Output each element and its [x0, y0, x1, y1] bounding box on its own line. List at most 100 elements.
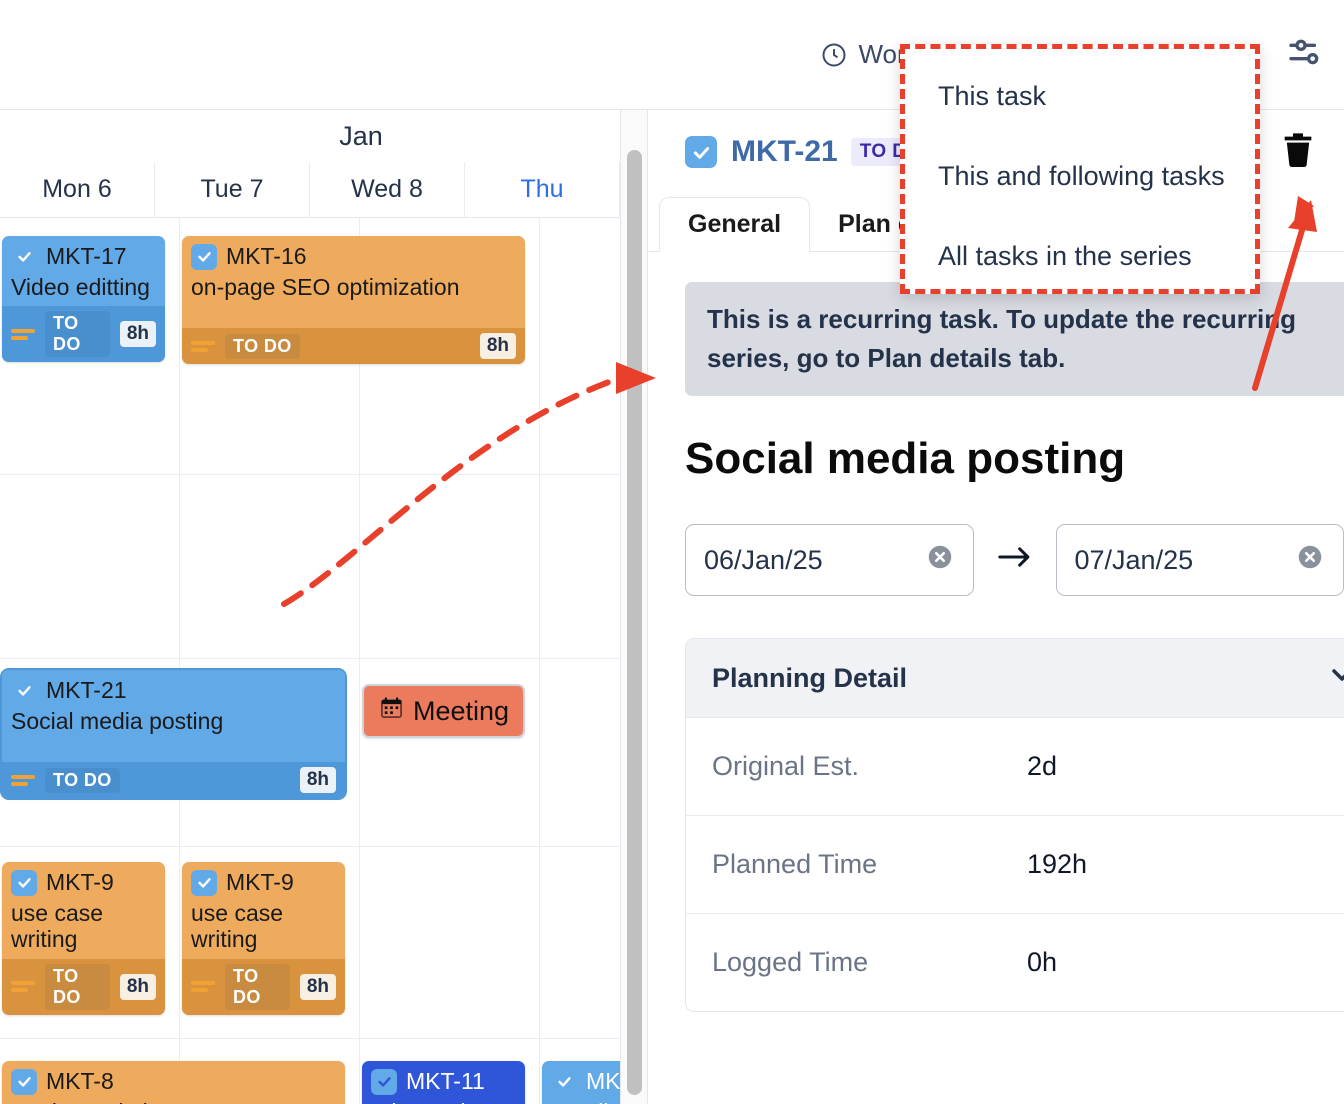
task-key: MKT-9: [226, 869, 294, 895]
task-title: Social media posting: [11, 708, 224, 734]
task-checkbox-icon[interactable]: [11, 1068, 37, 1095]
calendar-scrollbar-thumb[interactable]: [627, 150, 642, 1095]
task-checkbox-icon[interactable]: [11, 677, 37, 704]
meeting-label: Meeting: [413, 695, 510, 726]
planning-row-logged-time: Logged Time 0h: [686, 913, 1344, 1011]
task-card-mkt-11[interactable]: MKT-11 ads running TO DO 8h: [362, 1061, 525, 1104]
task-card-mkt-9-mon[interactable]: MKT-9 use case writing TO DO 8h: [2, 862, 165, 1015]
day-number: 7: [249, 175, 264, 203]
task-card-mkt-17[interactable]: MKT-17 Video editting TO DO 8h: [2, 236, 165, 363]
planning-detail-header[interactable]: Planning Detail: [686, 639, 1344, 717]
task-card-mkt-21[interactable]: MKT-21 Social media posting TO DO 8h: [0, 667, 347, 801]
task-checkbox-icon[interactable]: [685, 136, 717, 168]
task-title: Email: [551, 1099, 620, 1104]
clock-icon: [820, 41, 848, 69]
calendar-grid: MKT-17 Video editting TO DO 8h MKT-16 on…: [0, 218, 620, 1104]
start-date-value: 06/Jan/25: [704, 544, 823, 575]
task-card-mkt-16[interactable]: MKT-16 on-page SEO optimization TO DO 8h: [182, 236, 525, 365]
status-badge: TO DO: [225, 963, 290, 1010]
task-card-mkt-8[interactable]: MKT-8 Design website IN PROGRESS 6h: [2, 1061, 345, 1104]
task-key: MKT-11: [406, 1068, 485, 1094]
task-title: ads running: [371, 1099, 516, 1104]
task-checkbox-icon[interactable]: [551, 1068, 577, 1095]
arrow-right-icon: [994, 541, 1036, 580]
start-date-field[interactable]: 06/Jan/25: [685, 524, 974, 596]
calendar-day-mon[interactable]: Mon 6: [0, 162, 155, 217]
clear-circle-icon[interactable]: [1295, 542, 1325, 579]
planning-row-planned-time: Planned Time 192h: [686, 815, 1344, 913]
task-checkbox-icon[interactable]: [11, 869, 37, 896]
priority-icon: [11, 774, 35, 786]
task-title: on-page SEO optimization: [191, 274, 460, 300]
status-badge: TO DO: [45, 311, 110, 358]
task-title: Video editting: [11, 274, 150, 300]
grid-row-divider: [0, 846, 620, 847]
task-hours: 8h: [299, 767, 336, 794]
task-hours: 8h: [119, 973, 156, 1000]
task-checkbox-icon[interactable]: [11, 243, 37, 270]
calendar-day-tue[interactable]: Tue 7: [155, 162, 310, 217]
row-value[interactable]: 0h: [1027, 947, 1057, 978]
task-title: use case writing: [191, 900, 284, 953]
task-key: MKT-16: [226, 243, 307, 269]
calendar-day-header: Mon 6 Tue 7 Wed 8 Thu: [0, 162, 620, 218]
menu-item-this-and-following[interactable]: This and following tasks: [938, 161, 1225, 192]
grid-row-divider: [0, 474, 620, 475]
priority-icon: [191, 340, 215, 352]
grid-row-divider: [0, 1038, 620, 1039]
row-label: Planned Time: [712, 849, 878, 879]
trash-icon: [1278, 132, 1318, 175]
task-title: use case writing: [11, 900, 104, 953]
day-name: Mon: [42, 175, 91, 203]
task-checkbox-icon[interactable]: [371, 1068, 397, 1095]
menu-item-all-in-series[interactable]: All tasks in the series: [938, 241, 1192, 272]
status-badge: TO DO: [45, 963, 110, 1010]
calendar-panel: Jan Mon 6 Tue 7 Wed 8 Thu MKT-17 Video e…: [0, 110, 620, 1104]
planning-row-original-est: Original Est. 2d: [686, 717, 1344, 815]
recurring-scope-menu: This task This and following tasks All t…: [900, 44, 1260, 294]
task-key: MKT-9: [46, 869, 114, 895]
calendar-day-thu[interactable]: Thu: [465, 162, 620, 217]
settings-button[interactable]: [1286, 32, 1326, 77]
task-hours: 8h: [299, 973, 336, 1000]
calendar-month: Jan: [0, 110, 620, 162]
task-key: MK: [586, 1068, 620, 1094]
calendar-day-wed[interactable]: Wed 8: [310, 162, 465, 217]
detail-task-key[interactable]: MKT-21: [731, 135, 838, 169]
end-date-value: 07/Jan/25: [1074, 544, 1194, 575]
calendar-month-label: Jan: [339, 120, 383, 151]
row-label: Original Est.: [712, 751, 860, 781]
task-hours: 8h: [479, 333, 516, 360]
task-key: MKT-17: [46, 243, 127, 269]
detail-task-title[interactable]: Social media posting: [685, 434, 1344, 484]
task-card-mkt-9-tue[interactable]: MKT-9 use case writing TO DO 8h: [182, 862, 345, 1015]
clear-circle-icon[interactable]: [925, 542, 955, 579]
detail-date-range: 06/Jan/25 07/Jan/25: [685, 524, 1344, 596]
calendar-scrollbar-track[interactable]: [620, 110, 648, 1104]
meeting-chip[interactable]: Meeting: [362, 684, 526, 738]
row-value[interactable]: 2d: [1027, 751, 1057, 782]
row-value[interactable]: 192h: [1027, 849, 1087, 880]
recurring-task-notice: This is a recurring task. To update the …: [685, 282, 1344, 396]
task-checkbox-icon[interactable]: [191, 869, 217, 896]
task-checkbox-icon[interactable]: [191, 243, 217, 270]
task-card-email[interactable]: MK Email TO: [542, 1061, 620, 1104]
task-key: MKT-8: [46, 1068, 114, 1094]
planning-detail-heading: Planning Detail: [712, 662, 908, 693]
task-title: Design website: [11, 1099, 336, 1104]
day-name: Wed: [351, 175, 403, 203]
row-label: Logged Time: [712, 947, 869, 977]
priority-icon: [191, 981, 215, 993]
end-date-field[interactable]: 07/Jan/25: [1055, 524, 1344, 596]
sliders-icon: [1286, 32, 1326, 77]
menu-item-this-task[interactable]: This task: [938, 81, 1046, 112]
day-number: 8: [409, 175, 423, 203]
status-badge: TO DO: [225, 333, 300, 359]
chevron-down-icon[interactable]: [1326, 659, 1344, 698]
calendar-icon: [378, 694, 405, 728]
task-key: MKT-21: [46, 677, 127, 703]
task-hours: 8h: [119, 321, 156, 348]
tab-general[interactable]: General: [659, 197, 811, 252]
delete-task-button[interactable]: [1278, 129, 1318, 176]
status-badge: TO DO: [45, 767, 120, 793]
